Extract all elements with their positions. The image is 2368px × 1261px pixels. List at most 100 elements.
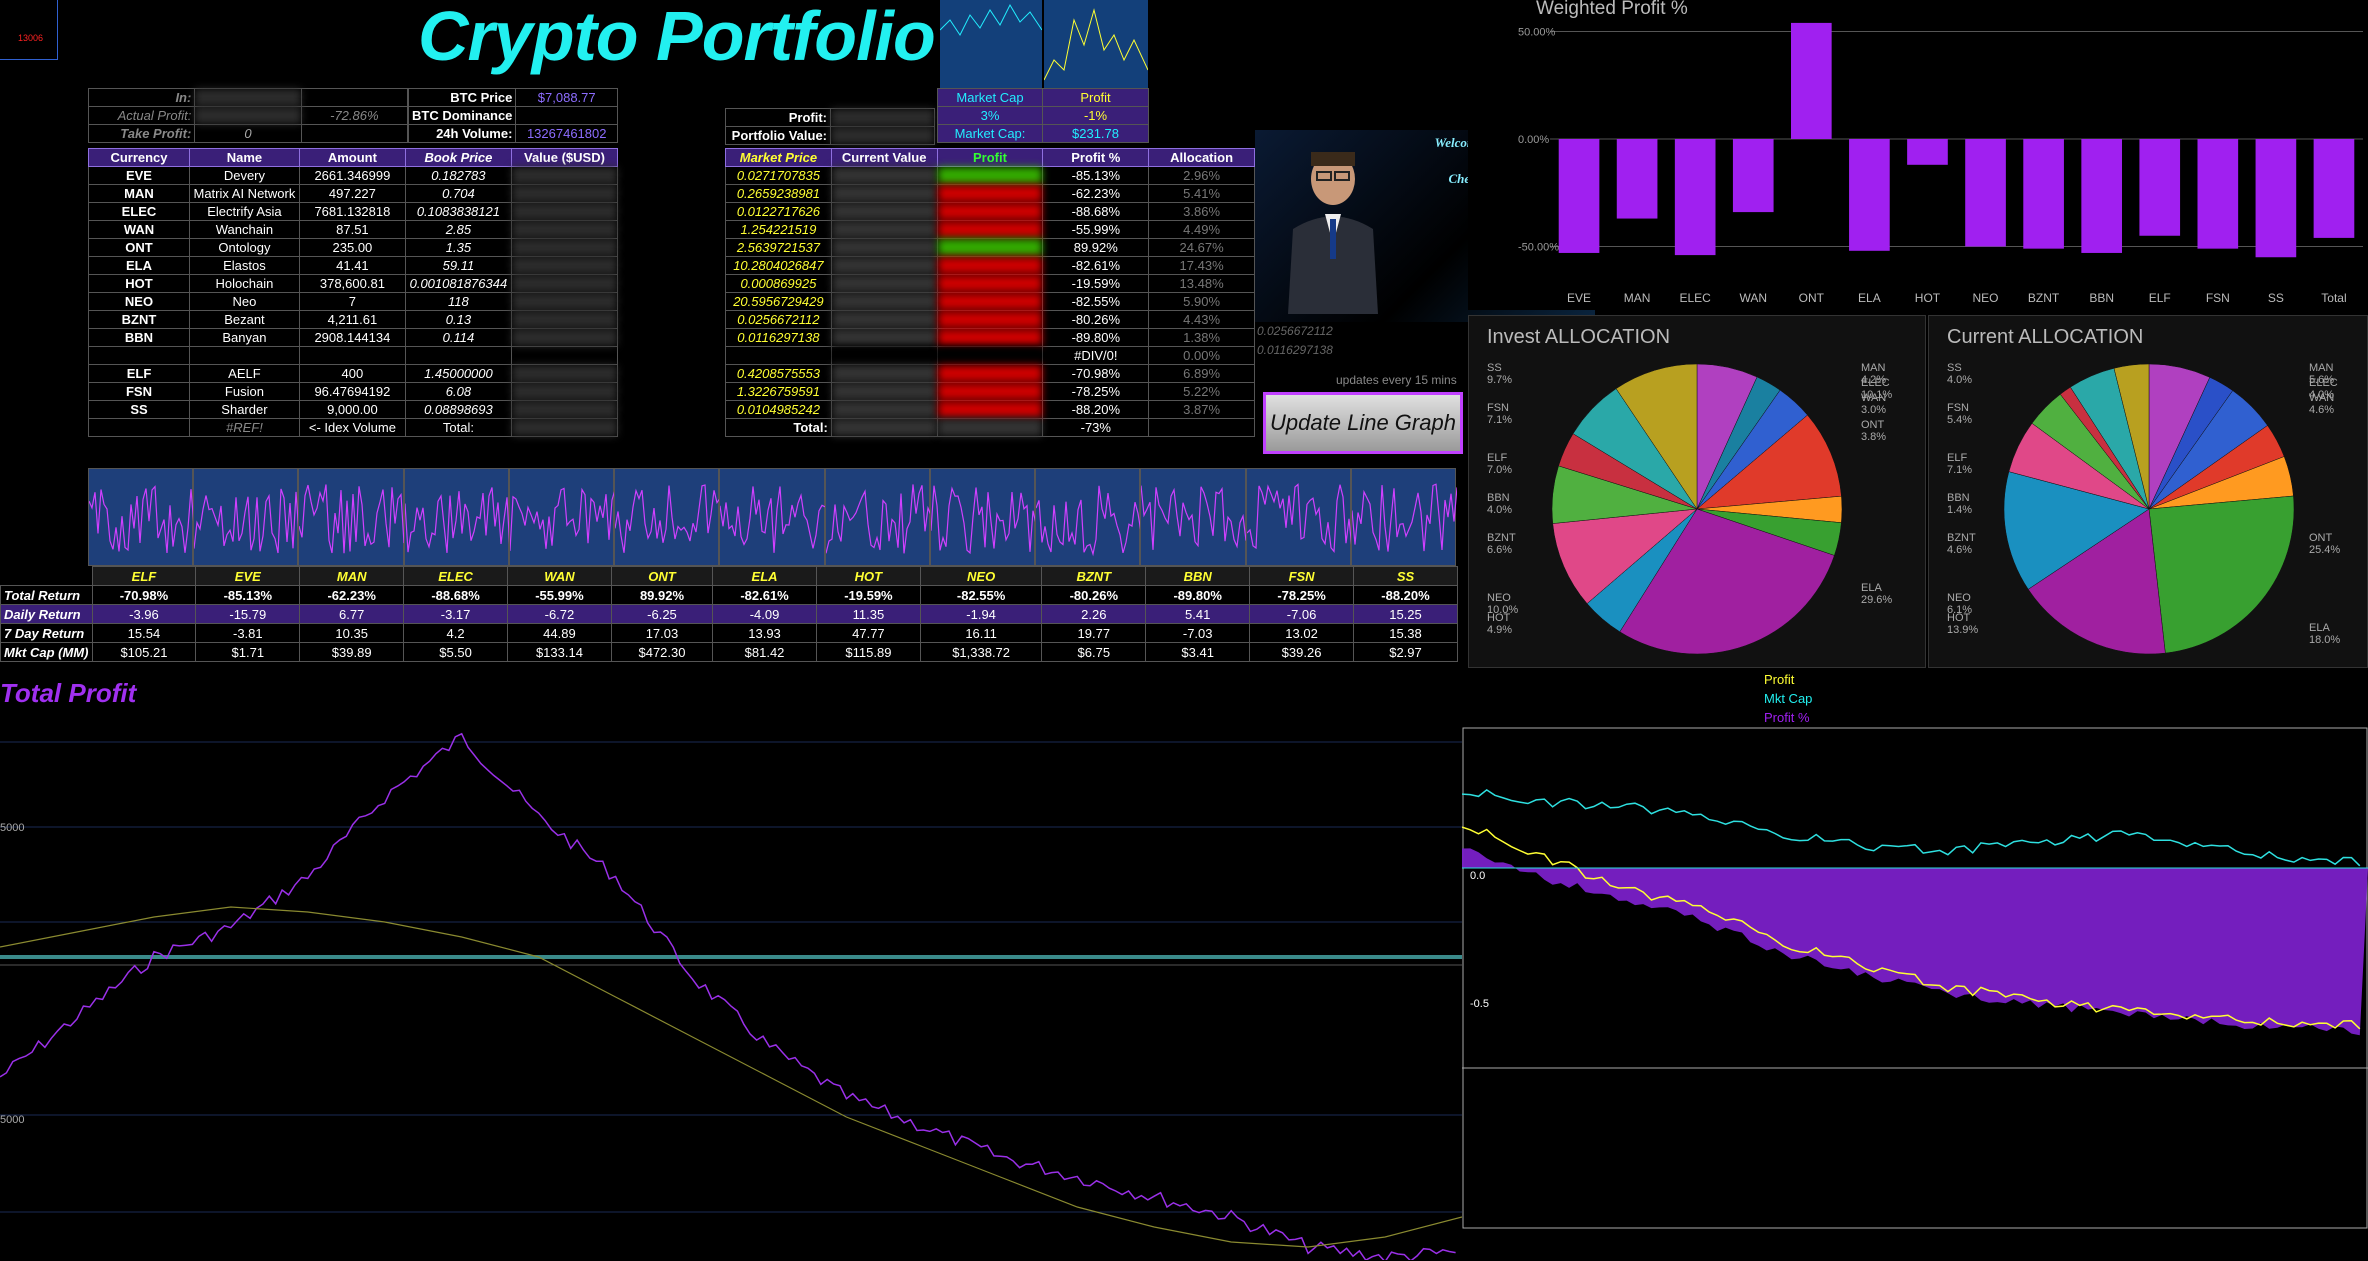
ticker-ela: ELA bbox=[712, 566, 817, 586]
currency-cell: EVE bbox=[88, 166, 190, 185]
ticker-bznt: BZNT bbox=[1041, 566, 1147, 586]
mktcap-header: Market Cap bbox=[937, 88, 1043, 107]
value-blurred bbox=[510, 202, 619, 221]
mktcap-label: Market Cap: bbox=[937, 124, 1043, 143]
amount-cell: 87.51 bbox=[298, 220, 406, 239]
y-tick-label: -50.00% bbox=[1518, 242, 1559, 254]
market-row: 0.0116297138 -89.80% 1.38% bbox=[725, 328, 1255, 347]
returns-label: Mkt Cap (MM) bbox=[0, 642, 93, 662]
sparkline-bbn bbox=[1140, 468, 1247, 566]
profit-blurred bbox=[936, 274, 1044, 293]
total-profit-chart: Total Profit 5000 5000 bbox=[0, 672, 1462, 1260]
x-tick-label: Total bbox=[2321, 291, 2346, 305]
pie-label: HOT 13.9% bbox=[1947, 612, 1978, 636]
pie-label-value: 18.0% bbox=[2309, 634, 2341, 646]
profit-pct-cell: -89.80% bbox=[1042, 328, 1150, 347]
amount-cell: 96.47694192 bbox=[298, 382, 406, 401]
pie-label: ELA 18.0% bbox=[2309, 622, 2340, 646]
current-value-blurred bbox=[830, 364, 938, 383]
sparkline-path bbox=[719, 486, 826, 553]
returns-cell: $105.21 bbox=[91, 642, 197, 662]
profit-blurred bbox=[936, 346, 1044, 365]
legend-mktcap: Mkt Cap bbox=[1764, 691, 1813, 706]
market-row: 0.0271707835 -85.13% 2.96% bbox=[725, 166, 1255, 185]
profit-blurred bbox=[936, 292, 1044, 311]
returns-cell: 5.41 bbox=[1145, 604, 1251, 624]
market-price-cell: 0.0256672112 bbox=[725, 310, 832, 329]
x-tick-label: WAN bbox=[1739, 291, 1767, 305]
current-value-blurred bbox=[830, 166, 938, 185]
tp-tick-lower: 5000 bbox=[0, 1114, 25, 1126]
pie-label-value: 29.6% bbox=[1861, 594, 1893, 606]
current-value-blurred bbox=[830, 238, 938, 257]
ticker-eve: EVE bbox=[195, 566, 301, 586]
value-blurred bbox=[510, 292, 619, 311]
book-price-cell: 59.11 bbox=[404, 256, 512, 275]
update-line-graph-button[interactable]: Update Line Graph bbox=[1263, 392, 1463, 454]
returns-cell: -6.72 bbox=[507, 604, 612, 624]
market-price-cell: 1.3226759591 bbox=[725, 382, 832, 401]
returns-cell: $2.97 bbox=[1353, 642, 1458, 662]
book-price-cell: 0.182783 bbox=[404, 166, 512, 185]
col-profit-pct: Profit % bbox=[1042, 148, 1150, 167]
sparkline-ss bbox=[1350, 468, 1458, 566]
returns-cell: -89.80% bbox=[1145, 585, 1251, 605]
returns-cell: -3.81 bbox=[195, 623, 301, 643]
pie-label-name: HOT bbox=[1947, 612, 1971, 624]
pie-label-value: 4.6% bbox=[1947, 544, 1973, 556]
book-price-cell: 0.001081876344 bbox=[404, 274, 512, 293]
value-blurred bbox=[510, 166, 619, 185]
pie-label-name: NEO bbox=[1487, 592, 1511, 604]
bar-elec bbox=[1674, 139, 1716, 256]
allocation-cell: 2.96% bbox=[1148, 166, 1255, 185]
ticker-neo: NEO bbox=[919, 566, 1043, 586]
sparkline-path bbox=[825, 484, 932, 554]
value-blurred bbox=[510, 400, 619, 419]
returns-cell: -6.25 bbox=[610, 604, 714, 624]
profit-blurred bbox=[936, 166, 1044, 185]
summary-table: In: Actual Profit: -72.86% Take Profit: 0 bbox=[87, 88, 409, 143]
holding-row: WAN Wanchain 87.51 2.85 bbox=[88, 220, 619, 239]
sparkline-path bbox=[930, 485, 1037, 555]
current-value-blurred bbox=[830, 346, 938, 365]
sparkline-path bbox=[1140, 485, 1247, 550]
bar-hot bbox=[1907, 139, 1948, 165]
sparkline-fsn bbox=[1245, 468, 1353, 566]
ticker-wan: WAN bbox=[507, 566, 612, 586]
weighted-profit-chart: Weighted Profit % 50.00% 0.00% -50.00% EVE M… bbox=[1468, 0, 2368, 310]
pie-label: BBN 1.4% bbox=[1947, 492, 1972, 516]
ticker-man: MAN bbox=[299, 566, 405, 586]
ticker-ss: SS bbox=[1353, 566, 1458, 586]
pie-label-value: 5.4% bbox=[1947, 414, 1973, 426]
returns-cell: 2.26 bbox=[1041, 604, 1147, 624]
book-price-cell: 118 bbox=[404, 292, 512, 311]
bar-neo bbox=[1965, 139, 2006, 247]
sparkline-path bbox=[193, 488, 300, 554]
x-tick-label: ELEC bbox=[1679, 291, 1711, 305]
current-value-blurred bbox=[830, 328, 938, 347]
profit-pct-cell: -78.25% bbox=[1042, 382, 1150, 401]
currency-cell: MAN bbox=[88, 184, 190, 203]
current-value-blurred bbox=[830, 256, 938, 275]
sparkline-wan bbox=[508, 468, 616, 566]
actual-profit-blurred bbox=[194, 106, 302, 125]
returns-cell: -7.06 bbox=[1249, 604, 1354, 624]
portfolio-profit-label: Profit: bbox=[725, 108, 831, 127]
amount-cell: 2908.144134 bbox=[298, 328, 406, 347]
returns-cell: $133.14 bbox=[507, 642, 612, 662]
holding-row: BZNT Bezant 4,211.61 0.13 bbox=[88, 310, 619, 329]
profit-blurred bbox=[936, 238, 1044, 257]
market-price-cell: 0.2659238981 bbox=[725, 184, 832, 203]
returns-cell: 47.77 bbox=[815, 623, 921, 643]
holding-row bbox=[88, 346, 619, 365]
market-price-cell: 0.4208575553 bbox=[725, 364, 832, 383]
amount-cell: 378,600.81 bbox=[298, 274, 406, 293]
x-tick-label: HOT bbox=[1915, 291, 1941, 305]
allocation-cell: 1.38% bbox=[1148, 328, 1255, 347]
in-label: In: bbox=[87, 88, 196, 107]
book-price-cell: 1.45000000 bbox=[404, 364, 512, 383]
book-price-cell: 0.13 bbox=[404, 310, 512, 329]
pie-label-value: 25.4% bbox=[2309, 544, 2341, 556]
pie-label-name: WAN bbox=[2309, 392, 2335, 404]
extra-cell: 0.0256672112 bbox=[1257, 323, 1333, 338]
